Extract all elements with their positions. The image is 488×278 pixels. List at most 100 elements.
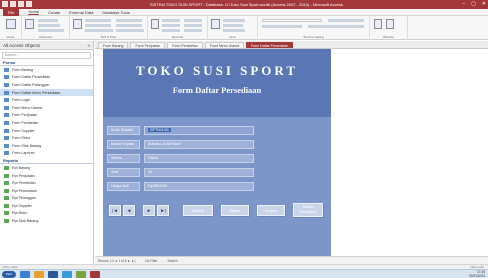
undo-icon[interactable] [18, 1, 24, 7]
view-icon[interactable] [6, 19, 16, 29]
tab-home[interactable]: Home [28, 9, 40, 15]
toggle-filter-icon[interactable] [116, 29, 144, 32]
doc-tab[interactable]: Form Penjualan [130, 42, 166, 48]
ribbon-group-records: Records [148, 16, 208, 40]
spelling-icon[interactable] [184, 24, 202, 27]
nav-form-item[interactable]: Form Menu Utama [0, 104, 93, 112]
selection-icon[interactable] [116, 19, 142, 22]
delete-button[interactable]: Hapus [221, 205, 249, 216]
align-icons[interactable] [308, 25, 364, 28]
remove-sort-icon[interactable] [85, 29, 113, 32]
doc-tab-active[interactable]: Form Daftar Persediaan [246, 42, 294, 48]
go-to-icon[interactable] [223, 24, 243, 27]
size-field[interactable]: 40 [144, 167, 254, 177]
redo-icon[interactable] [26, 1, 32, 7]
last-record-button[interactable]: ►| [157, 205, 169, 216]
previous-record-button[interactable]: ◄ [123, 205, 135, 216]
first-record-button[interactable]: |◄ [109, 205, 121, 216]
close-button[interactable]: ✕ [482, 1, 486, 7]
nav-form-item[interactable]: Form Daftar Menu Persediaan [0, 88, 93, 97]
access-app-icon[interactable] [2, 1, 8, 7]
cut-icon[interactable] [38, 19, 58, 22]
filter-indicator[interactable]: No Filter [145, 259, 157, 263]
descending-icon[interactable] [85, 24, 111, 27]
save-icon[interactable] [10, 1, 16, 7]
filter-icon[interactable] [73, 19, 82, 29]
font-select[interactable] [262, 19, 322, 22]
kode-sepatu-field[interactable]: SPT001/01 [144, 125, 254, 135]
nav-form-item[interactable]: Form Login [0, 96, 93, 104]
paste-icon[interactable] [25, 19, 34, 29]
nav-report-item[interactable]: Rpt Retur [0, 210, 93, 218]
nav-report-item[interactable]: Rpt Penjualan [0, 172, 93, 180]
report-icon [4, 211, 9, 216]
select-icon[interactable] [223, 29, 245, 32]
clock-date[interactable]: 02/01/2024 [469, 274, 485, 278]
find-icon[interactable] [211, 19, 220, 29]
nav-form-item[interactable]: Form Stok Barang [0, 142, 93, 150]
report-icon [4, 203, 9, 208]
nav-search-input[interactable]: Search... [2, 52, 91, 59]
nav-report-item[interactable]: Rpt Pelanggan [0, 195, 93, 203]
new-record-icon[interactable] [162, 19, 180, 22]
browser-icon[interactable] [20, 271, 30, 278]
document-tab-bar: Form Barang Form Penjualan Form Pembelia… [95, 41, 488, 49]
nav-form-item[interactable]: Form Supplier [0, 127, 93, 135]
tab-database-tools[interactable]: Database Tools [102, 10, 130, 15]
nav-form-item[interactable]: Form Barang [0, 66, 93, 74]
switch-windows-icon[interactable] [386, 19, 394, 29]
minimize-button[interactable]: – [462, 1, 465, 7]
doc-tab[interactable]: Form Pembelian [167, 42, 203, 48]
nav-form-item[interactable]: Form Laporan [0, 150, 93, 158]
save-record-icon[interactable] [162, 24, 180, 27]
nav-form-item[interactable]: Form Daftar Persediaan [0, 74, 93, 82]
copy-icon[interactable] [38, 24, 60, 27]
start-button[interactable]: Start [2, 271, 16, 278]
refresh-icon[interactable] [151, 19, 159, 29]
excel-icon[interactable] [76, 271, 86, 278]
tab-file[interactable]: File [3, 8, 20, 16]
nav-form-item[interactable]: Form Pembelian [0, 119, 93, 127]
record-search-input[interactable]: Search [167, 259, 177, 263]
replace-icon[interactable] [223, 19, 245, 22]
warna-field[interactable]: Hitam [144, 153, 254, 163]
maximize-button[interactable]: ▢ [471, 1, 476, 7]
nav-report-item[interactable]: Rpt Supplier [0, 202, 93, 210]
bold-italic-underline-icons[interactable] [262, 25, 302, 28]
word-icon[interactable] [48, 271, 58, 278]
delete-record-icon[interactable] [162, 29, 180, 32]
more-icon[interactable] [184, 29, 202, 32]
next-record-button[interactable]: ► [143, 205, 155, 216]
nav-report-item[interactable]: Rpt Stok Barang [0, 217, 93, 225]
size-to-fit-icon[interactable] [374, 19, 382, 29]
harga-beli-field[interactable]: Rp450.000 [144, 181, 254, 191]
title-bar: SISTEM TOKO SUSI SPORT : Database- D:\To… [0, 0, 488, 9]
advanced-icon[interactable] [116, 24, 142, 27]
list-icons[interactable] [328, 19, 364, 22]
nav-report-item[interactable]: Rpt Pembelian [0, 179, 93, 187]
quick-access-toolbar [2, 1, 32, 7]
tab-create[interactable]: Create [48, 10, 60, 15]
explorer-icon[interactable] [62, 271, 72, 278]
navigation-pane-header[interactable]: All Access Objects « [0, 41, 93, 50]
nav-form-item[interactable]: Form Penjualan [0, 112, 93, 120]
nav-form-item[interactable]: Form Daftar Pelanggan [0, 81, 93, 89]
record-position[interactable]: Record: 14 ◄ 1 of 8 ► ►| [98, 259, 135, 263]
ascending-icon[interactable] [85, 19, 111, 22]
nav-form-item[interactable]: Form Retur [0, 134, 93, 142]
tab-external-data[interactable]: External Data [69, 10, 93, 15]
access-icon[interactable] [90, 271, 100, 278]
add-button[interactable]: Tambah [183, 205, 213, 216]
save-button[interactable]: Simpan [257, 205, 285, 216]
format-painter-icon[interactable] [38, 29, 64, 32]
nav-report-item[interactable]: Rpt Barang [0, 164, 93, 172]
nav-report-item[interactable]: Rpt Persediaan [0, 187, 93, 195]
chrome-icon[interactable] [34, 271, 44, 278]
chevron-left-icon[interactable]: « [87, 43, 90, 48]
totals-icon[interactable] [184, 19, 202, 22]
daftar-persediaan-button[interactable]: Daftar Persediaan [293, 203, 323, 217]
doc-tab[interactable]: Form Menu Utama [204, 42, 245, 48]
nama-sepatu-field[interactable]: Adidas Lili All Black [144, 139, 254, 149]
doc-tab[interactable]: Form Barang [98, 42, 129, 48]
ribbon-group-clipboard: Clipboard [22, 16, 70, 40]
